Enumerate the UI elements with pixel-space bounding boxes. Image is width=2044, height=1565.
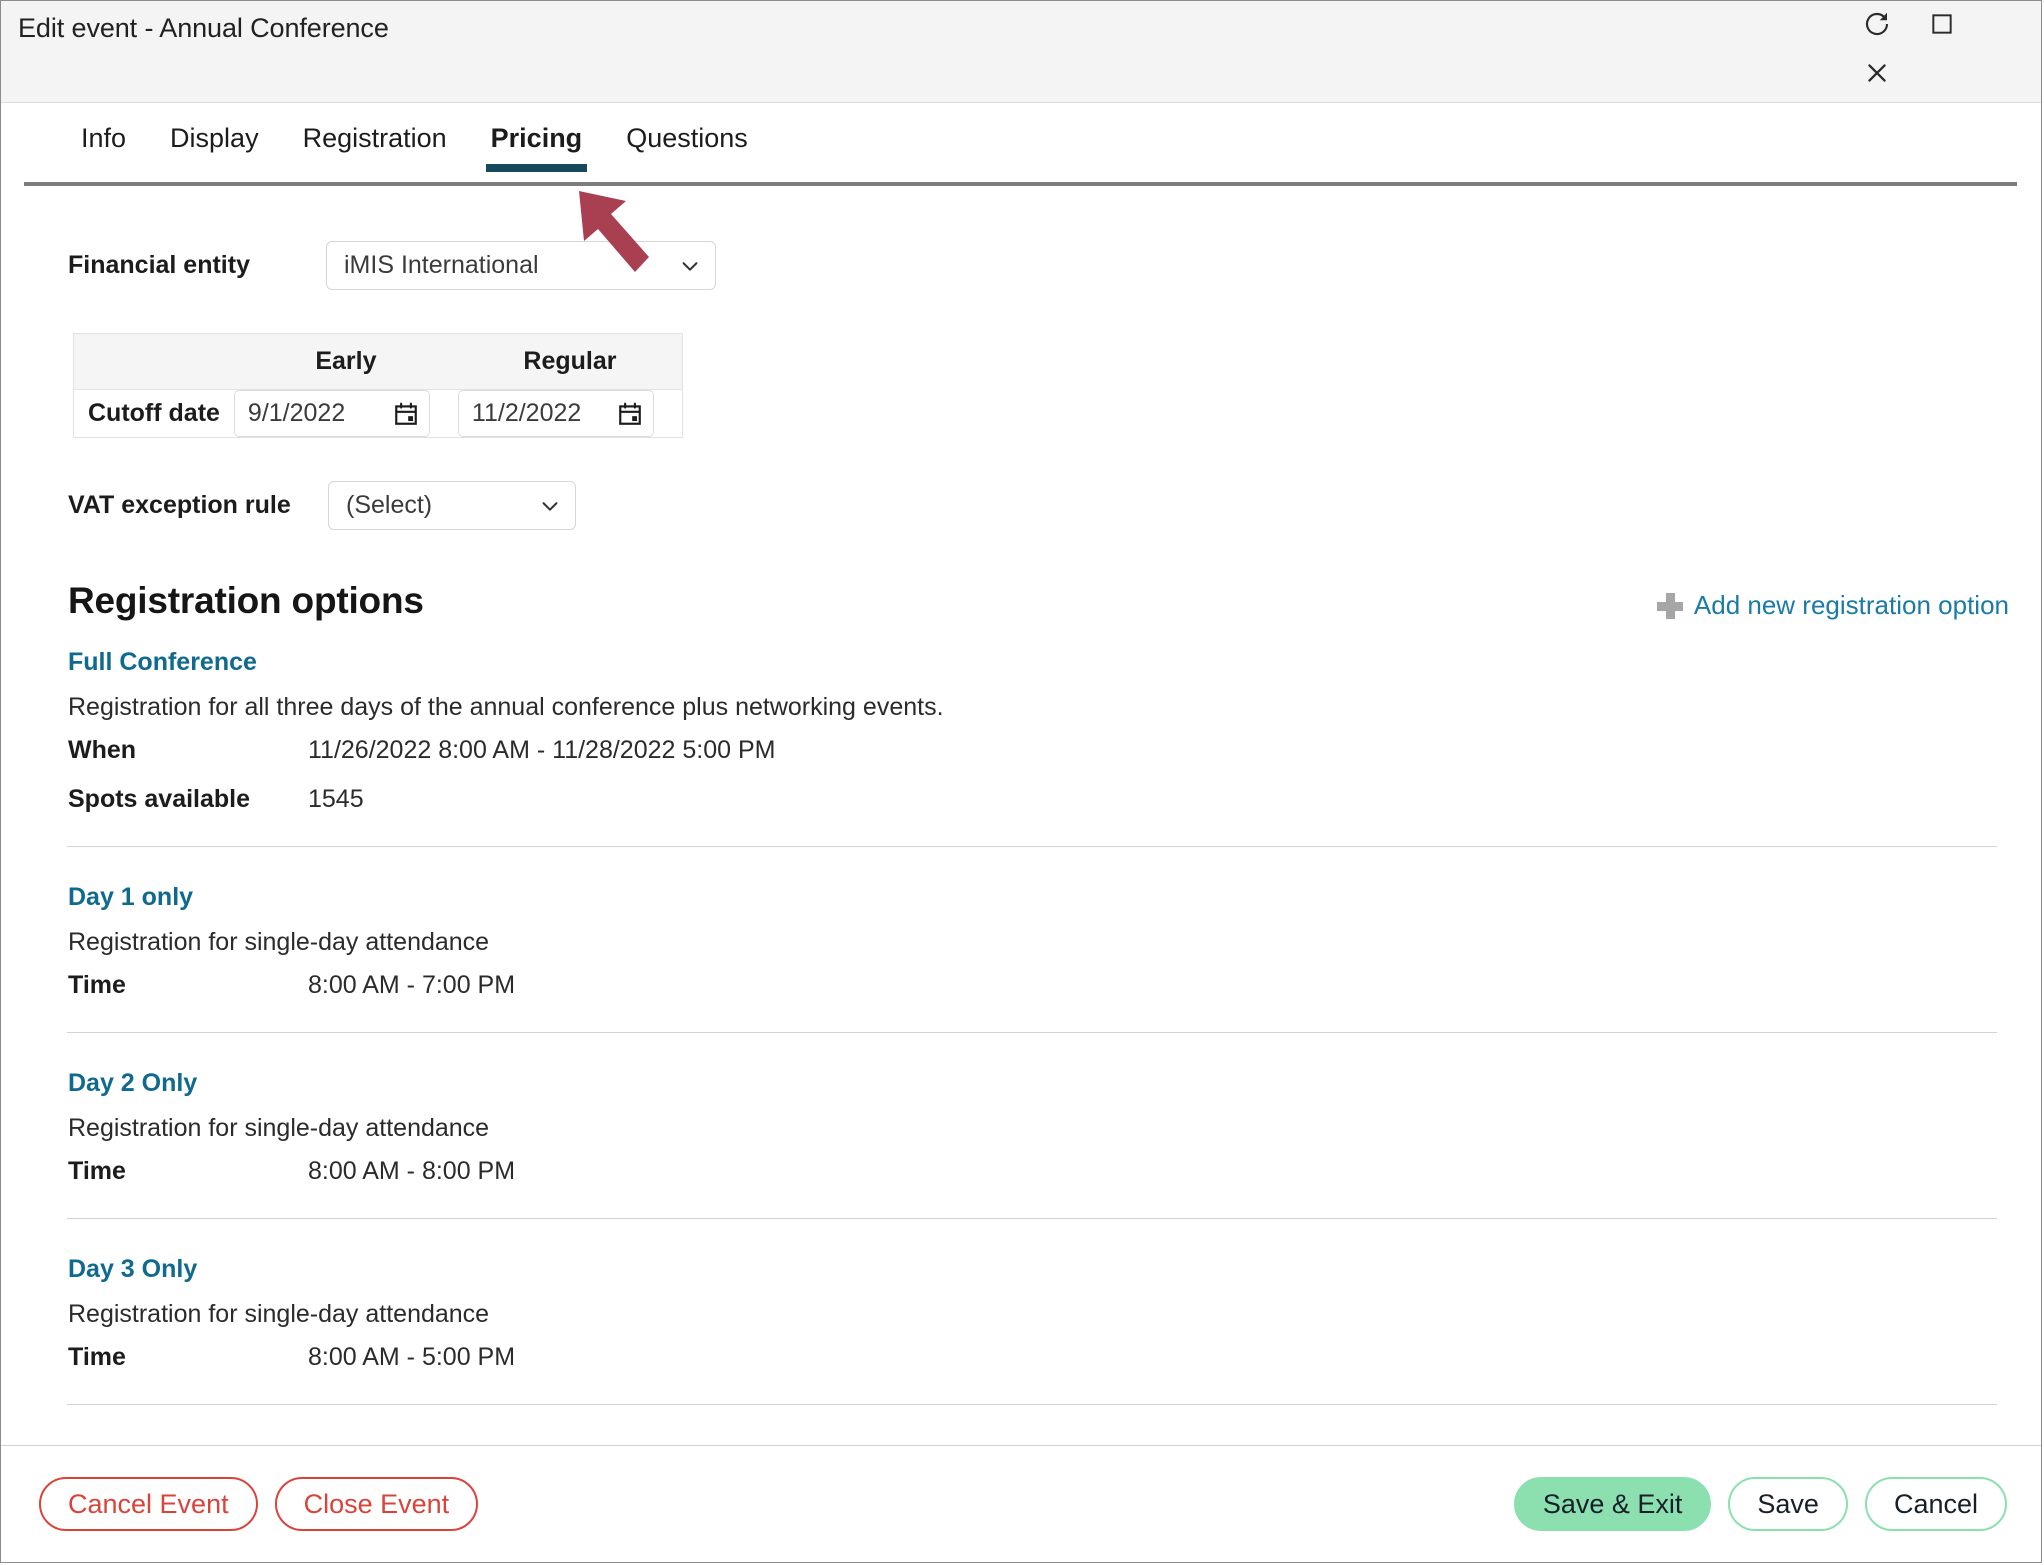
- registration-option-item: Day 1 only Registration for single-day a…: [1, 883, 2041, 1000]
- cutoff-date-early-value: 9/1/2022: [247, 399, 346, 427]
- registration-option-field: Spots available 1545: [68, 785, 2041, 814]
- registration-options-header: Registration options Add new registratio…: [1, 580, 2041, 636]
- pricing-panel: Financial entity iMIS International Earl…: [1, 188, 2041, 1445]
- registration-option-description: Registration for single-day attendance: [68, 1114, 490, 1142]
- cutoff-date-regular-value: 11/2/2022: [471, 399, 582, 427]
- field-value: 8:00 AM - 5:00 PM: [308, 1343, 516, 1371]
- vat-exception-rule-row: VAT exception rule (Select): [68, 481, 2041, 530]
- cutoff-column-regular: Regular: [457, 333, 683, 390]
- tab-registration[interactable]: Registration: [281, 123, 469, 172]
- vat-exception-rule-select[interactable]: (Select): [328, 481, 576, 530]
- cutoff-column-early: Early: [233, 333, 458, 390]
- list-divider: [67, 1032, 1997, 1033]
- tab-bar-divider: [24, 182, 2017, 186]
- window-title: Edit event - Annual Conference: [18, 13, 389, 43]
- close-icon: [1868, 64, 1886, 82]
- field-key: Time: [68, 1343, 126, 1371]
- registration-option-field: Time 8:00 AM - 8:00 PM: [68, 1157, 2041, 1186]
- add-new-registration-option-link[interactable]: Add new registration option: [1656, 590, 2009, 621]
- tab-info[interactable]: Info: [59, 123, 148, 172]
- maximize-button[interactable]: [1922, 4, 1962, 44]
- vat-exception-rule-label: VAT exception rule: [68, 491, 291, 519]
- cancel-button[interactable]: Cancel: [1864, 1477, 2007, 1531]
- financial-entity-row: Financial entity iMIS International: [68, 241, 2041, 290]
- window-title-bar: Edit event - Annual Conference: [1, 1, 2041, 103]
- registration-option-description: Registration for all three days of the a…: [68, 693, 944, 721]
- field-value: 8:00 AM - 7:00 PM: [308, 971, 516, 999]
- registration-option-item: Day 3 Only Registration for single-day a…: [1, 1255, 2041, 1372]
- maximize-icon: [1932, 14, 1952, 34]
- field-value: 8:00 AM - 8:00 PM: [308, 1157, 516, 1185]
- registration-option-item: Day 2 Only Registration for single-day a…: [1, 1069, 2041, 1186]
- registration-option-title[interactable]: Day 3 Only: [68, 1255, 197, 1284]
- field-value: 11/26/2022 8:00 AM - 11/28/2022 5:00 PM: [308, 736, 776, 764]
- cutoff-date-table: Early Regular Cutoff date 9/1/2022 11/2/…: [73, 333, 683, 438]
- calendar-icon[interactable]: [617, 401, 643, 427]
- calendar-icon[interactable]: [393, 401, 419, 427]
- financial-entity-value: iMIS International: [344, 251, 539, 279]
- financial-entity-label: Financial entity: [68, 251, 250, 279]
- field-key: When: [68, 736, 137, 764]
- registration-option-field: Time 8:00 AM - 7:00 PM: [68, 971, 2041, 1000]
- refresh-button[interactable]: [1857, 4, 1897, 44]
- vat-exception-rule-value: (Select): [346, 491, 433, 519]
- field-key: Time: [68, 971, 126, 999]
- cutoff-date-row: Cutoff date 9/1/2022 11/2/2022: [74, 390, 683, 438]
- registration-option-description: Registration for single-day attendance: [68, 1300, 490, 1328]
- cutoff-table-corner: [73, 333, 234, 390]
- tab-questions[interactable]: Questions: [604, 123, 770, 172]
- cutoff-date-regular-input[interactable]: 11/2/2022: [457, 390, 654, 437]
- page-title: Registration options: [68, 580, 424, 621]
- registration-option-item: Full Conference Registration for all thr…: [1, 648, 2041, 814]
- refresh-icon: [1865, 12, 1889, 36]
- tab-bar: Info Display Registration Pricing Questi…: [1, 103, 2041, 188]
- field-key: Time: [68, 1157, 126, 1185]
- plus-icon: [1656, 592, 1683, 619]
- cancel-event-button[interactable]: Cancel Event: [39, 1477, 258, 1531]
- chevron-down-icon: [682, 261, 698, 271]
- edit-event-window: Edit event - Annual Conference Info Disp…: [0, 0, 2042, 1563]
- add-new-registration-option-label: Add new registration option: [1693, 590, 2009, 620]
- registration-option-field: Time 8:00 AM - 5:00 PM: [68, 1343, 2041, 1372]
- registration-option-description: Registration for single-day attendance: [68, 928, 490, 956]
- chevron-down-icon: [542, 501, 558, 511]
- list-divider: [67, 1218, 1997, 1219]
- save-button[interactable]: Save: [1728, 1477, 1848, 1531]
- close-event-button[interactable]: Close Event: [274, 1477, 479, 1531]
- tab-pricing[interactable]: Pricing: [469, 123, 605, 172]
- close-button[interactable]: [1857, 53, 1897, 93]
- list-divider: [67, 1404, 1997, 1405]
- registration-option-title[interactable]: Day 2 Only: [68, 1069, 197, 1098]
- financial-entity-select[interactable]: iMIS International: [326, 241, 716, 290]
- save-and-exit-button[interactable]: Save & Exit: [1513, 1477, 1712, 1531]
- tab-display[interactable]: Display: [148, 123, 281, 172]
- cutoff-table-header-row: Early Regular: [73, 333, 683, 390]
- dialog-footer: Cancel Event Close Event Save & Exit Sav…: [1, 1445, 2041, 1562]
- field-value: 1545: [308, 785, 364, 813]
- cutoff-date-early-input[interactable]: 9/1/2022: [233, 390, 430, 437]
- registration-option-title[interactable]: Day 1 only: [68, 883, 193, 912]
- registration-option-title[interactable]: Full Conference: [68, 648, 257, 677]
- cutoff-date-label: Cutoff date: [88, 399, 220, 427]
- field-key: Spots available: [68, 785, 251, 813]
- registration-option-field: When 11/26/2022 8:00 AM - 11/28/2022 5:0…: [68, 736, 2041, 765]
- list-divider: [67, 846, 1997, 847]
